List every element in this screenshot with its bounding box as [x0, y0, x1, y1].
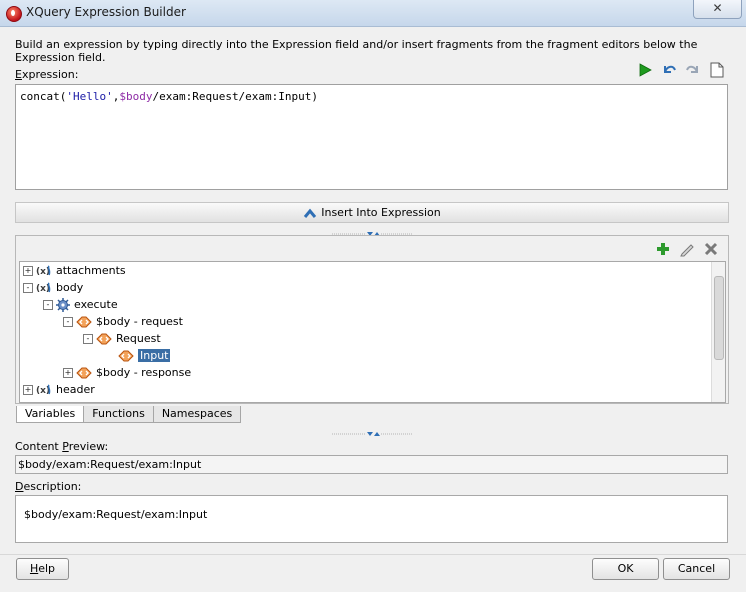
- tree-item-body[interactable]: - (x) body: [23, 279, 83, 296]
- delete-icon[interactable]: [702, 240, 720, 258]
- ok-button[interactable]: OK: [592, 558, 659, 580]
- element-icon: [118, 350, 134, 362]
- splitter-handle[interactable]: [332, 227, 412, 236]
- tree-item-input[interactable]: Input: [118, 347, 171, 364]
- help-button[interactable]: Help: [16, 558, 69, 580]
- expression-editor[interactable]: concat('Hello',$body/exam:Request/exam:I…: [15, 84, 728, 190]
- tree-item-label: attachments: [56, 264, 126, 277]
- token-string: 'Hello': [66, 90, 113, 103]
- expand-icon[interactable]: +: [23, 265, 33, 276]
- variable-icon: (x): [36, 282, 52, 293]
- fragment-tabs: Variables Functions Namespaces: [16, 406, 242, 423]
- tree-item-label-selected: Input: [138, 349, 171, 362]
- app-logo-icon: [6, 6, 22, 22]
- tree-item-label: header: [56, 383, 95, 396]
- tab-functions[interactable]: Functions: [83, 406, 154, 423]
- collapse-icon[interactable]: -: [63, 316, 73, 327]
- divider: [0, 554, 746, 555]
- window-title: XQuery Expression Builder: [26, 5, 186, 19]
- token-path: /exam:Request/exam:Input): [152, 90, 319, 103]
- cancel-button[interactable]: Cancel: [663, 558, 730, 580]
- chevron-up-icon: [304, 208, 317, 218]
- expression-text[interactable]: concat('Hello',$body/exam:Request/exam:I…: [20, 90, 318, 103]
- collapse-icon[interactable]: -: [83, 333, 93, 344]
- insert-into-expression-button[interactable]: Insert Into Expression: [15, 202, 729, 223]
- insert-label: Insert Into Expression: [321, 206, 441, 219]
- expand-icon[interactable]: +: [23, 384, 33, 395]
- add-icon[interactable]: [654, 240, 672, 258]
- tree-item-label: $body - response: [96, 366, 192, 379]
- tree-toolbar: [654, 240, 720, 258]
- tab-namespaces[interactable]: Namespaces: [152, 406, 242, 423]
- description-field: $body/exam:Request/exam:Input: [15, 495, 728, 543]
- collapse-icon[interactable]: -: [23, 282, 33, 293]
- tree-item-label: execute: [74, 298, 118, 311]
- operation-gear-icon: [56, 297, 70, 312]
- fragment-editor-panel: + (x) attachments - (x) body - execute -…: [15, 235, 729, 404]
- undo-icon[interactable]: [660, 61, 678, 79]
- variables-tree[interactable]: + (x) attachments - (x) body - execute -…: [19, 261, 726, 403]
- collapse-icon[interactable]: -: [43, 299, 53, 310]
- expand-icon[interactable]: +: [63, 367, 73, 378]
- description-value: $body/exam:Request/exam:Input: [24, 508, 208, 521]
- tree-item-attachments[interactable]: + (x) attachments: [23, 262, 126, 279]
- variable-icon: (x): [36, 265, 52, 276]
- close-window-button[interactable]: ✕: [693, 0, 742, 19]
- description-label: Description:: [15, 480, 82, 493]
- token-function: concat(: [20, 90, 67, 103]
- expression-toolbar: [636, 61, 726, 79]
- splitter-handle[interactable]: [332, 427, 412, 436]
- element-icon: [76, 316, 92, 328]
- variable-icon: (x): [36, 384, 52, 395]
- content-preview-value: $body/exam:Request/exam:Input: [18, 458, 202, 471]
- new-document-icon[interactable]: [708, 61, 726, 79]
- content-preview-label: Content Preview:: [15, 440, 109, 453]
- token-variable: $body: [119, 90, 153, 103]
- edit-icon[interactable]: [678, 240, 696, 258]
- tree-item-execute[interactable]: - execute: [43, 296, 118, 313]
- tab-variables[interactable]: Variables: [16, 406, 85, 423]
- tree-scrollbar[interactable]: [711, 262, 725, 402]
- tree-item-label: body: [56, 281, 84, 294]
- title-bar: XQuery Expression Builder ✕: [0, 0, 746, 27]
- tree-item-body-request[interactable]: - $body - request: [63, 313, 183, 330]
- tree-item-label: Request: [116, 332, 161, 345]
- expression-label: Expression:: [15, 68, 79, 81]
- redo-icon[interactable]: [684, 61, 702, 79]
- tree-item-body-response[interactable]: + $body - response: [63, 364, 191, 381]
- tree-item-request[interactable]: - Request: [83, 330, 161, 347]
- content-preview-field: $body/exam:Request/exam:Input: [15, 455, 728, 474]
- run-icon[interactable]: [636, 61, 654, 79]
- tree-item-header[interactable]: + (x) header: [23, 381, 95, 398]
- scrollbar-thumb[interactable]: [714, 276, 724, 360]
- tree-item-label: $body - request: [96, 315, 183, 328]
- element-icon: [96, 333, 112, 345]
- element-icon: [76, 367, 92, 379]
